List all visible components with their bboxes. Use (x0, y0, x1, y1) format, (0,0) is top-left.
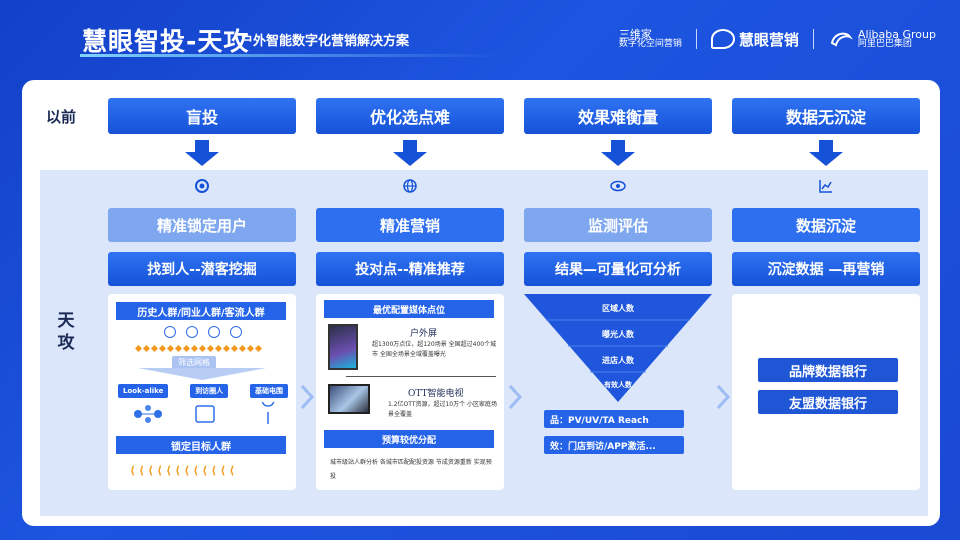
column-title: 精准营销 (316, 208, 504, 242)
funnel-stage-exposure: 曝光人数 (602, 330, 634, 339)
logo-separator (812, 29, 814, 49)
before-item-no-data: 数据无沉淀 (732, 98, 920, 134)
logo-alibaba-sub: 阿里巴巴集团 (857, 39, 912, 49)
logo-separator (695, 29, 697, 49)
arrow-down-icon (601, 140, 635, 166)
logo-alibaba: Alibaba Group 阿里巴巴集团 (828, 29, 936, 49)
arrow-down-icon (809, 140, 843, 166)
funnel-stage-visit: 进店人数 (602, 356, 634, 365)
chevron-right-icon (300, 384, 314, 410)
solution-panel: 精准锁定用户 找到人--潜客挖掘 历史人群/同业人群/客流人群 筛选网格 Loo… (92, 170, 928, 516)
person-icon (186, 326, 198, 338)
umeng-data-bank: 友盟数据银行 (758, 390, 898, 414)
solution-column-data: 数据沉淀 沉淀数据 —再营销 品牌数据银行 友盟数据银行 (732, 170, 920, 516)
method-chips: Look-alike 到访圈人 基础电围 (118, 384, 288, 398)
ott-tv-image (328, 384, 370, 414)
outdoor-title: 户外屏 (410, 329, 438, 339)
column-subtitle: 投对点--精准推荐 (316, 252, 504, 286)
arrow-down-icon (393, 140, 427, 166)
chevron-right-icon (508, 384, 522, 410)
solution-column-monitoring: 监测评估 结果—可量化可分析 区域人数 曝光人数 进店人数 有效人数 品：PV/… (524, 170, 712, 516)
effect-metrics: 效：门店到访/APP激活... (544, 436, 684, 454)
column-subtitle: 结果—可量化可分析 (524, 252, 712, 286)
before-item-measurement: 效果难衡量 (524, 98, 712, 134)
chevron-right-icon (716, 384, 730, 410)
globe-icon (402, 178, 418, 194)
funnel-stage-area: 区域人数 (602, 304, 634, 313)
solution-column-marketing: 精准营销 投对点--精准推荐 最优配置媒体点位 户外屏 超1300万点位，超12… (316, 170, 504, 516)
detail-card-data: 品牌数据银行 友盟数据银行 (732, 294, 920, 490)
column-subtitle: 找到人--潜客挖掘 (108, 252, 296, 286)
column-title: 数据沉淀 (732, 208, 920, 242)
partner-logos: 三维家 数字化空间营销 慧眼营销 Alibaba Group 阿里巴巴集团 (619, 24, 936, 54)
target-audience: 锁定目标人群 (116, 436, 286, 454)
detail-card-marketing: 最优配置媒体点位 户外屏 超1300万点位，超120场景 全国超过400个城市 … (316, 294, 504, 490)
title-underline (80, 54, 500, 57)
logo-huiyan-name: 慧眼营销 (738, 30, 799, 49)
detail-card-targeting: 历史人群/同业人群/客流人群 筛选网格 Look-alike 到访圈人 基础电围 (108, 294, 296, 490)
after-label: 天攻 (40, 310, 92, 354)
arrow-down-icon (185, 140, 219, 166)
before-label: 以前 (46, 108, 77, 126)
chip-fence: 基础电围 (249, 384, 288, 398)
eye-icon (610, 178, 626, 194)
page-subtitle: 户外智能数字化营销解决方案 (240, 34, 410, 49)
person-icon (208, 326, 220, 338)
detail-card-monitoring: 区域人数 曝光人数 进店人数 有效人数 品：PV/UV/TA Reach 效：门… (524, 294, 712, 490)
people-icons (164, 326, 242, 338)
ott-desc: 1.2亿OTT资源，超过10万个 小区家庭场景全覆盖 (388, 401, 498, 418)
dot-row (134, 344, 263, 353)
outdoor-screen-image (328, 324, 358, 370)
column-title: 精准锁定用户 (108, 208, 296, 242)
brand-metrics: 品：PV/UV/TA Reach (544, 410, 684, 428)
after-label-text: 天攻 (57, 311, 75, 353)
media-placement-head: 最优配置媒体点位 (324, 300, 494, 318)
funnel-stage-effective: 有效人数 (604, 381, 632, 389)
before-item-site-selection: 优化选点难 (316, 98, 504, 134)
before-item-blind-delivery: 盲投 (108, 98, 296, 134)
ott-title: OTT智能电视 (408, 389, 464, 399)
target-icon (194, 178, 210, 194)
logo-huiyan: 慧眼营销 (710, 29, 799, 50)
divider (346, 376, 496, 377)
arrow-row: ⟨ ⟨ ⟨ ⟨ ⟨ ⟨ ⟨ ⟨ ⟨ ⟨ ⟨ ⟨ (130, 464, 235, 477)
chart-icon (818, 178, 834, 194)
main-card: 以前 盲投 优化选点难 效果难衡量 数据无沉淀 天攻 精准锁定用户 找到人--潜… (22, 80, 940, 526)
alibaba-logo-icon (830, 32, 853, 47)
logo-sanweijia: 三维家 数字化空间营销 (619, 29, 682, 49)
huiyan-logo-icon (710, 29, 735, 49)
chip-lookalike: Look-alike (118, 384, 169, 398)
person-icon (230, 326, 242, 338)
column-subtitle: 沉淀数据 —再营销 (732, 252, 920, 286)
solution-column-targeting: 精准锁定用户 找到人--潜客挖掘 历史人群/同业人群/客流人群 筛选网格 Loo… (108, 170, 296, 516)
chip-visit: 到访圈人 (190, 384, 229, 398)
funnel-shape (138, 368, 266, 380)
brand-data-bank: 品牌数据银行 (758, 358, 898, 382)
column-title: 监测评估 (524, 208, 712, 242)
person-icon (164, 326, 176, 338)
audience-sources: 历史人群/同业人群/客流人群 (116, 302, 286, 320)
outdoor-desc: 超1300万点位，超120场景 全国超过400个城市 全国全场景全域覆盖曝光 (372, 341, 497, 358)
budget-allocation: 预算较优分配 (324, 430, 494, 448)
network-icon (134, 402, 275, 424)
allocation-notes: 城市级站人群分析 各城市匹配配投资源 节成资源重新 实现预投 (330, 459, 492, 480)
logo-sanweijia-sub: 数字化空间营销 (618, 39, 682, 49)
page-title: 慧眼智投-天攻 (82, 27, 250, 56)
header: 慧眼智投-天攻 户外智能数字化营销解决方案 三维家 数字化空间营销 慧眼营销 A… (0, 0, 960, 78)
